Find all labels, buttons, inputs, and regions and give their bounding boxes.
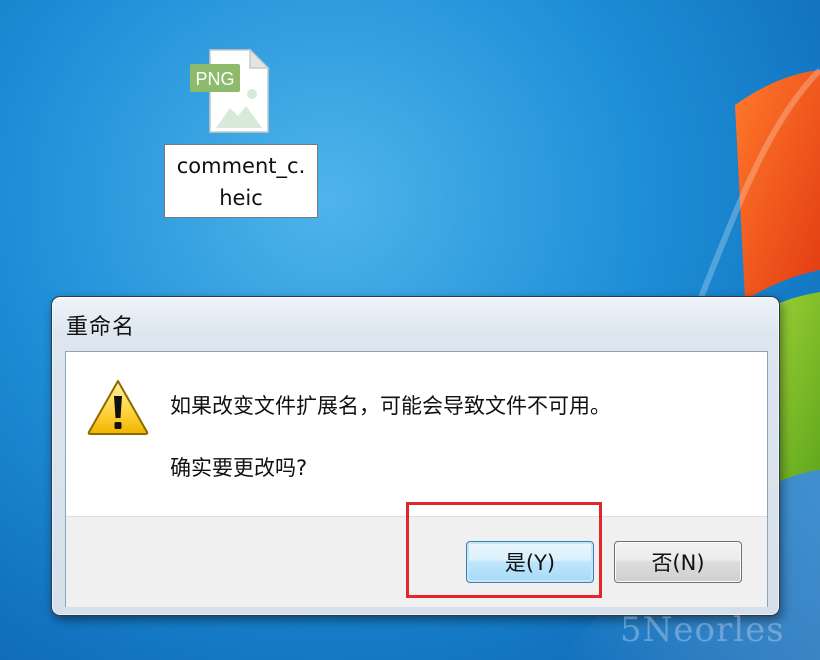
message-area: 如果改变文件扩展名，可能会导致文件不可用。 确实要更改吗? (66, 352, 767, 516)
no-button[interactable]: 否(N) (614, 541, 742, 583)
file-name-line-1: comment_c. (176, 154, 306, 178)
warning-message: 如果改变文件扩展名，可能会导致文件不可用。 (170, 394, 611, 418)
highlight-annotation (406, 502, 602, 598)
png-file-icon[interactable]: PNG (186, 46, 274, 136)
png-badge-text: PNG (195, 69, 234, 89)
watermark: 5Neorles (620, 610, 785, 650)
warning-icon (87, 380, 149, 435)
file-name-edit-box[interactable]: comment_c. heic (164, 144, 318, 218)
dialog-title: 重命名 (66, 315, 136, 340)
file-name-line-2: heic (219, 186, 263, 210)
confirm-question: 确实要更改吗? (170, 456, 308, 480)
desktop: PNG comment_c. heic 重命名 如果改变文件扩展名，可能会导致文… (0, 0, 820, 660)
